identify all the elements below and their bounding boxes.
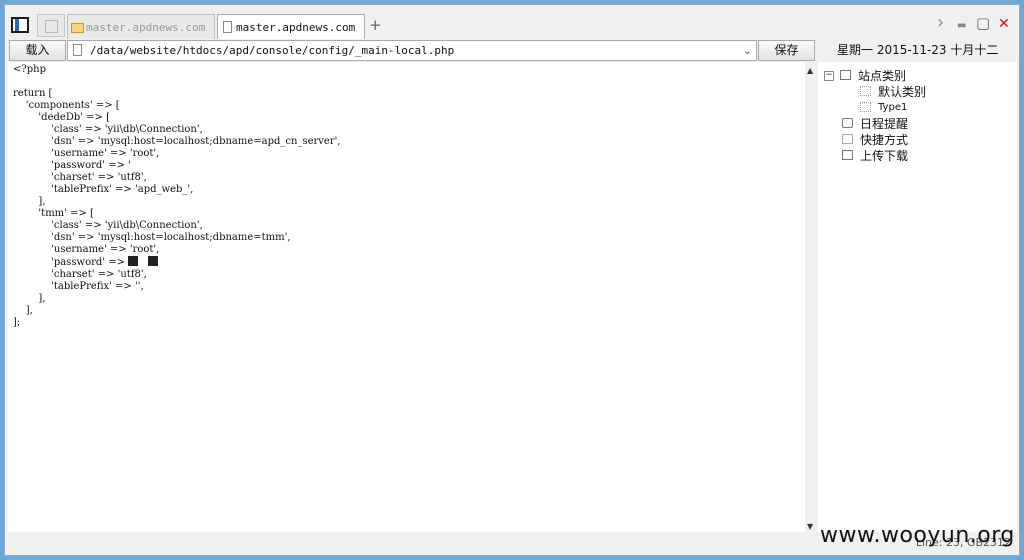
code-line: 'class' => 'yii\db\Connection', — [13, 220, 203, 231]
code-line: 'username' => 'root', — [13, 244, 160, 255]
hand-icon — [842, 134, 853, 144]
tab-label: master.apdnews.com — [86, 21, 206, 34]
blank-page-icon — [45, 20, 58, 33]
sidebar-tree: − 站点类别 默认类别 Type1 日程提醒 快捷方式 上传下载 — [818, 62, 1017, 532]
code-line: ], — [13, 305, 33, 316]
code-line: ]; — [13, 317, 21, 328]
transfer-icon — [842, 150, 853, 160]
tab-label: master.apdnews.com — [236, 21, 356, 34]
scroll-up-icon[interactable]: ▲ — [807, 66, 813, 75]
code-line: <?php — [13, 64, 46, 75]
redaction-mark — [128, 256, 139, 266]
code-line: return [ — [13, 88, 53, 99]
code-line: 'dsn' => 'mysql:host=localhost;dbname=tm… — [13, 232, 291, 243]
code-line: 'dedeDb' => [ — [13, 112, 111, 123]
new-tab-button[interactable]: + — [369, 16, 382, 34]
code-line: 'charset' => 'utf8', — [13, 269, 147, 280]
tab-bar: master.apdnews.com master.apdnews.com + … — [5, 11, 1019, 41]
tree-label: 日程提醒 — [860, 117, 909, 131]
code-line: ], — [13, 293, 46, 304]
collapse-icon[interactable]: − — [824, 71, 834, 81]
tree-label: Type1 — [878, 102, 908, 113]
code-line: 'tablePrefix' => 'apd_web_', — [13, 184, 194, 195]
tree-label: 上传下载 — [860, 149, 909, 163]
vertical-scrollbar[interactable]: ▲ ▼ — [805, 62, 817, 532]
category-icon — [840, 70, 851, 80]
tab-blank[interactable] — [37, 14, 65, 37]
calendar-icon — [842, 118, 853, 128]
code-line: 'tablePrefix' => '', — [13, 281, 144, 292]
editor-window: master.apdnews.com master.apdnews.com + … — [4, 4, 1020, 556]
save-button[interactable]: 保存 — [758, 40, 815, 61]
tree-label: 默认类别 — [878, 85, 927, 99]
chevron-down-icon[interactable]: ⌄ — [743, 41, 752, 60]
tab-master-apdnews-active[interactable]: master.apdnews.com — [217, 14, 365, 39]
panel-toggle-icon[interactable] — [11, 17, 29, 33]
tree-node-type1[interactable]: Type1 — [854, 100, 1014, 116]
code-line: 'components' => [ — [13, 100, 120, 111]
date-display: 星期一 2015-11-23 十月十二 — [837, 43, 999, 57]
minimize-icon[interactable]: ▬ — [957, 20, 966, 31]
tree-label: 快捷方式 — [860, 133, 909, 147]
redaction-mark — [147, 256, 158, 266]
watermark: www.wooyun.org — [820, 523, 1015, 548]
code-line: 'password' => — [13, 256, 805, 269]
code-line: 'class' => 'yii\db\Connection', — [13, 124, 203, 135]
code-line: 'username' => 'root', — [13, 148, 160, 159]
path-input[interactable]: /data/website/htdocs/apd/console/config/… — [67, 40, 757, 61]
scroll-down-icon[interactable]: ▼ — [807, 522, 813, 531]
tree-node-shortcuts[interactable]: 快捷方式 — [840, 132, 1010, 148]
code-line: 'tmm' => [ — [13, 208, 94, 219]
path-value: /data/website/htdocs/apd/console/config/… — [90, 44, 455, 57]
document-icon — [223, 21, 232, 33]
tree-label: 站点类别 — [858, 69, 907, 83]
page-icon — [860, 86, 871, 96]
tree-node-schedule[interactable]: 日程提醒 — [840, 116, 1010, 132]
code-line: 'charset' => 'utf8', — [13, 172, 147, 183]
maximize-icon[interactable]: ▢ — [976, 14, 990, 32]
tree-node-default-category[interactable]: 默认类别 — [854, 84, 1014, 100]
close-icon[interactable]: ✕ — [998, 16, 1010, 32]
tab-master-apdnews-folder[interactable]: master.apdnews.com — [67, 14, 215, 39]
code-line: 'dsn' => 'mysql:host=localhost;dbname=ap… — [13, 136, 341, 147]
tree-node-upload-download[interactable]: 上传下载 — [840, 148, 1010, 164]
tree-node-site-category[interactable]: − 站点类别 — [824, 68, 1014, 84]
code-text[interactable]: <?php return [ 'components' => [ 'dedeDb… — [8, 62, 805, 329]
code-line: ], — [13, 196, 46, 207]
load-button[interactable]: 载入 — [9, 40, 66, 61]
code-line: 'password' => ' — [13, 160, 131, 171]
forward-icon[interactable]: › — [937, 12, 944, 33]
page-icon — [860, 102, 871, 112]
file-icon — [73, 44, 82, 56]
folder-icon — [71, 23, 84, 33]
code-editor[interactable]: <?php return [ 'components' => [ 'dedeDb… — [8, 62, 805, 532]
